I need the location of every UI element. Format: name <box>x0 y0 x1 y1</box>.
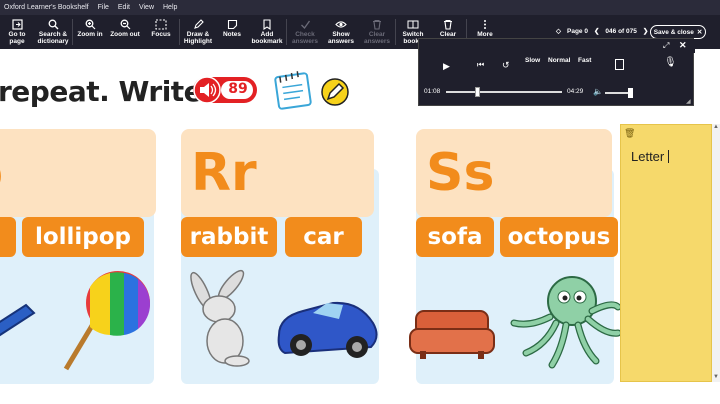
word-box-1 <box>0 217 16 257</box>
eye-icon <box>335 18 347 30</box>
audio-seek-thumb[interactable] <box>475 87 481 97</box>
play-icon[interactable]: ▶ <box>443 61 450 72</box>
show-answers-button[interactable]: Show answers <box>323 15 359 45</box>
menu-help[interactable]: Help <box>163 4 177 11</box>
zoom-out-icon <box>120 18 131 30</box>
letter-card-rr: Rr rabbit car <box>181 129 381 384</box>
audio-seek-track[interactable] <box>446 91 562 93</box>
more-button[interactable]: More <box>467 15 503 38</box>
volume-thumb[interactable] <box>628 88 634 98</box>
app-title: Oxford Learner's Bookshelf <box>4 4 89 11</box>
volume-icon[interactable]: 🔈 <box>593 87 603 96</box>
menu-view[interactable]: View <box>139 4 154 11</box>
card-letter: Ss <box>416 129 612 217</box>
rewind-icon[interactable]: ⏮ <box>477 60 484 70</box>
zoom-in-button[interactable]: Zoom in <box>73 15 107 38</box>
card-letter: Rr <box>181 129 374 217</box>
current-time: 01:08 <box>424 88 441 95</box>
sticky-note-header: 🗑 <box>621 125 713 143</box>
go-to-page-button[interactable]: Go to page <box>0 15 34 45</box>
page-heading: repeat. Write. <box>0 75 213 108</box>
focus-icon <box>155 18 167 30</box>
rabbit-illustration <box>190 269 250 367</box>
notes-button[interactable]: Notes <box>216 15 248 38</box>
speed-normal[interactable]: Normal <box>548 57 570 64</box>
sticky-note-text[interactable]: Letter <box>631 149 670 164</box>
octopus-illustration <box>510 276 622 369</box>
title-bar: Oxford Learner's Bookshelf File Edit Vie… <box>0 0 720 15</box>
notes-icon <box>227 18 238 30</box>
total-time: 04:29 <box>567 88 584 95</box>
search-dictionary-button[interactable]: Search & dictionary <box>34 15 72 45</box>
scroll-down-icon[interactable]: ▼ <box>713 374 719 380</box>
word-box-sofa: sofa <box>416 217 494 257</box>
word-box-rabbit: rabbit <box>181 217 277 257</box>
word-box-octopus: octopus <box>500 217 618 257</box>
page-icon: ◇ <box>556 28 561 35</box>
speed-slow[interactable]: Slow <box>525 57 540 64</box>
trash-icon <box>372 18 382 30</box>
switch-books-icon <box>407 18 419 30</box>
delete-note-icon[interactable]: 🗑 <box>624 128 635 139</box>
transcript-icon[interactable] <box>615 59 624 70</box>
microphone-icon[interactable]: 🎙 <box>664 57 677 68</box>
prev-page-icon[interactable]: ❮ <box>594 27 599 35</box>
pen-icon <box>193 18 204 30</box>
card-letter: p <box>0 129 156 217</box>
draw-highlight-button[interactable]: Draw & Highlight <box>180 15 216 45</box>
more-icon <box>483 18 487 30</box>
page-navigator: ◇ Page 0 ❮ 046 of 075 ❯ <box>556 27 648 36</box>
word-box-lollipop: lollipop <box>22 217 144 257</box>
resize-handle-icon[interactable]: ◢ <box>686 98 691 105</box>
bookmark-icon <box>262 18 272 30</box>
text-cursor <box>668 150 670 163</box>
replay-icon[interactable]: ↺ <box>502 60 510 71</box>
scroll-up-icon[interactable]: ▲ <box>713 124 719 130</box>
close-icon: ✕ <box>696 29 703 36</box>
audio-track-button[interactable]: 89 <box>193 75 259 105</box>
clear-button[interactable]: Clear <box>430 15 466 38</box>
page-count: 046 of 075 <box>605 27 637 35</box>
search-icon <box>48 18 59 30</box>
zoom-out-button[interactable]: Zoom out <box>107 15 143 38</box>
speed-fast[interactable]: Fast <box>578 57 591 64</box>
zoom-in-icon <box>85 18 96 30</box>
pen-illustration <box>0 303 36 337</box>
trash-icon <box>443 18 453 30</box>
player-titlebar: ⤢ ✕ <box>419 39 695 53</box>
car-illustration <box>277 301 378 358</box>
lollipop-illustration <box>63 271 150 371</box>
clear-answers-button[interactable]: Clear answers <box>359 15 395 45</box>
audio-track-number: 89 <box>228 81 248 97</box>
menu-edit[interactable]: Edit <box>118 4 130 11</box>
check-answers-button[interactable]: Check answers <box>287 15 323 45</box>
page-label: Page 0 <box>567 27 588 35</box>
word-box-car: car <box>285 217 362 257</box>
pencil-icon <box>320 77 350 112</box>
sticky-note[interactable]: 🗑 Letter <box>620 124 712 382</box>
audio-player: ⤢ ✕ ▶ ⏮ ↺ Slow Normal Fast 🎙 01:08 04:29… <box>418 38 695 106</box>
menu-file[interactable]: File <box>98 4 109 11</box>
notebook-icon <box>273 69 313 116</box>
next-page-icon[interactable]: ❯ <box>643 27 648 35</box>
save-close-button[interactable]: Save & close ✕ <box>650 25 706 39</box>
focus-button[interactable]: Focus <box>143 15 179 38</box>
check-icon <box>300 18 311 30</box>
close-player-icon[interactable]: ✕ <box>679 40 687 51</box>
page-scrollbar[interactable]: ▲ ▼ <box>712 124 720 382</box>
add-bookmark-button[interactable]: Add bookmark <box>248 15 286 45</box>
app-window: Oxford Learner's Bookshelf File Edit Vie… <box>0 0 720 404</box>
goto-page-icon <box>11 18 23 30</box>
expand-icon[interactable]: ⤢ <box>663 41 669 51</box>
letter-card-p: p lollipop <box>0 129 156 384</box>
sofa-illustration <box>409 310 495 359</box>
